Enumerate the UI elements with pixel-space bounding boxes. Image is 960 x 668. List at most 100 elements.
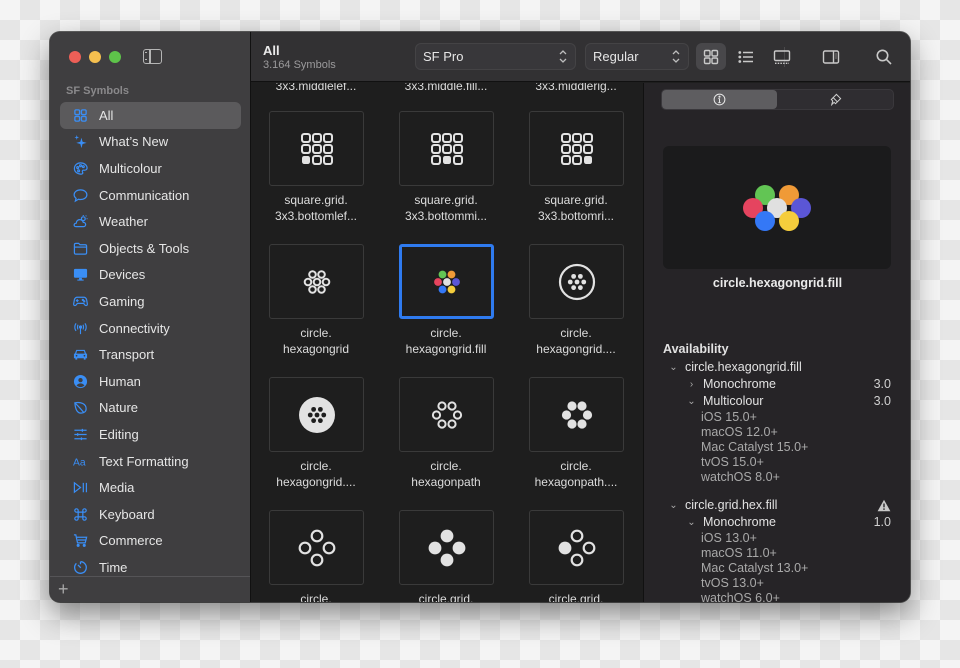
- sidebar-item-objects-tools[interactable]: Objects & Tools: [60, 235, 241, 262]
- sidebar-item-label: Transport: [99, 347, 155, 363]
- platform-version: tvOS 13.0+: [701, 576, 764, 590]
- availability-symbol-row[interactable]: ⌄ circle.hexagongrid.fill: [663, 359, 891, 376]
- sidebar-item-editing[interactable]: Editing: [60, 421, 241, 448]
- chevron-right-icon[interactable]: ›: [685, 376, 698, 393]
- grid-view-button[interactable]: [696, 43, 726, 70]
- platform-version: watchOS 8.0+: [701, 470, 780, 484]
- sidebar-item-media[interactable]: Media: [60, 474, 241, 501]
- symbol-tile[interactable]: [529, 244, 624, 319]
- chevron-down-icon[interactable]: ⌄: [667, 359, 680, 376]
- circle-hexagongrid-fill-icon: [743, 184, 811, 231]
- chevron-down-icon[interactable]: ⌄: [667, 497, 680, 514]
- platform-version: watchOS 6.0+: [701, 591, 780, 602]
- sidebar-item-connectivity[interactable]: Connectivity: [60, 315, 241, 342]
- cloud-sun-icon: [72, 214, 88, 230]
- cross-mixed-icon: [558, 529, 595, 566]
- sidebar-item-label: Weather: [99, 214, 148, 230]
- zoom-button[interactable]: [109, 51, 121, 63]
- symbol-tile[interactable]: [269, 244, 364, 319]
- search-button[interactable]: [869, 43, 899, 70]
- symbol-label: circle. hexagongrid.fill: [405, 326, 487, 356]
- sidebar-left-icon[interactable]: [143, 49, 162, 64]
- cross-icon: [298, 529, 335, 566]
- timer-icon: [72, 559, 88, 575]
- sf-symbols-window: SF Symbols All What’s New Multicolour Co…: [50, 32, 910, 602]
- sidebar-item-label: Communication: [99, 187, 190, 203]
- gallery-view-icon: [773, 49, 791, 64]
- symbol-label: circle.grid.: [418, 592, 474, 602]
- sidebar-item-whats-new[interactable]: What’s New: [60, 129, 241, 156]
- person-circle-icon: [72, 373, 88, 389]
- inspector-panel: circle.hexagongrid.fill Availability ⌄ c…: [643, 83, 910, 602]
- minimize-button[interactable]: [89, 51, 101, 63]
- window-controls: [69, 51, 121, 63]
- availability-mode-row[interactable]: › Monochrome 3.0: [663, 376, 891, 393]
- symbol-tile[interactable]: [269, 510, 364, 585]
- sidebar-item-communication[interactable]: Communication: [60, 182, 241, 209]
- sidebar-item-devices[interactable]: Devices: [60, 262, 241, 289]
- sidebar-item-transport[interactable]: Transport: [60, 341, 241, 368]
- svg-text:Aa: Aa: [73, 457, 86, 468]
- chevron-down-icon[interactable]: ⌄: [685, 514, 698, 531]
- car-icon: [72, 347, 88, 363]
- symbol-tile-selected[interactable]: [399, 244, 494, 319]
- font-select[interactable]: SF Pro: [415, 43, 576, 70]
- paintbrush-icon: [830, 93, 842, 106]
- chevron-up-down-icon: [559, 50, 567, 63]
- chevron-down-icon[interactable]: ⌄: [685, 393, 698, 410]
- symbol-label: 3x3.middlerig...: [535, 83, 617, 93]
- mode-version: 3.0: [873, 377, 891, 391]
- gamecontroller-icon: [72, 293, 88, 309]
- toolbar: All 3.164 Symbols SF Pro Regular: [251, 32, 910, 82]
- sidebar-item-multicolour[interactable]: Multicolour: [60, 155, 241, 182]
- weight-select[interactable]: Regular: [585, 43, 689, 70]
- playpause-icon: [72, 480, 88, 496]
- symbol-tile[interactable]: [399, 510, 494, 585]
- sidebar-item-label: What’s New: [99, 134, 169, 150]
- sidebar-section-title: SF Symbols: [66, 85, 129, 97]
- availability-mode-row[interactable]: ⌄ Monochrome 1.0: [663, 514, 891, 531]
- platform-version: Mac Catalyst 13.0+: [701, 561, 809, 575]
- sidebar-footer: +: [50, 576, 250, 602]
- add-collection-button[interactable]: +: [58, 580, 69, 598]
- symbol-tile[interactable]: [269, 111, 364, 186]
- sidebar-item-keyboard[interactable]: Keyboard: [60, 501, 241, 528]
- sidebar-item-weather[interactable]: Weather: [60, 208, 241, 235]
- symbol-tile[interactable]: [529, 111, 624, 186]
- textformat-icon: Aa: [72, 453, 88, 469]
- sidebar-item-label: Time: [99, 559, 128, 575]
- platform-version: macOS 11.0+: [701, 546, 777, 560]
- symbol-tile[interactable]: [529, 510, 624, 585]
- sidebar-item-gaming[interactable]: Gaming: [60, 288, 241, 315]
- sidebar-item-label: Objects & Tools: [99, 240, 190, 256]
- sidebar-item-commerce[interactable]: Commerce: [60, 528, 241, 555]
- sidebar-item-label: Human: [99, 373, 141, 389]
- sidebar-item-human[interactable]: Human: [60, 368, 241, 395]
- sidebar-item-label: Connectivity: [99, 320, 170, 336]
- symbol-tile[interactable]: [399, 111, 494, 186]
- sidebar-item-all[interactable]: All: [60, 102, 241, 129]
- availability-mode-row[interactable]: ⌄ Multicolour 3.0: [663, 393, 891, 410]
- sidebar-item-nature[interactable]: Nature: [60, 395, 241, 422]
- folder-icon: [72, 240, 88, 256]
- symbol-tile[interactable]: [529, 377, 624, 452]
- tab-rendering[interactable]: [778, 90, 893, 109]
- tab-info[interactable]: [662, 90, 777, 109]
- availability-title: Availability: [663, 342, 729, 356]
- availability-symbol-row[interactable]: ⌄ circle.grid.hex.fill: [663, 497, 891, 514]
- mode-version: 1.0: [873, 515, 891, 529]
- platform-version: Mac Catalyst 15.0+: [701, 440, 809, 454]
- warning-triangle-icon[interactable]: [877, 499, 891, 512]
- symbol-tile[interactable]: [399, 377, 494, 452]
- hexgrid-fill-icon: [433, 270, 460, 293]
- sidebar-item-label: Text Formatting: [99, 453, 189, 469]
- gallery-view-button[interactable]: [767, 43, 797, 70]
- list-view-button[interactable]: [731, 43, 761, 70]
- sidebar-item-text-formatting[interactable]: Aa Text Formatting: [60, 448, 241, 475]
- close-button[interactable]: [69, 51, 81, 63]
- symbol-label: circle. hexagongrid: [282, 326, 350, 356]
- sq-br-icon: [560, 132, 593, 165]
- inspector-toggle-button[interactable]: [816, 43, 846, 70]
- symbol-preview: [663, 146, 891, 269]
- symbol-tile[interactable]: [269, 377, 364, 452]
